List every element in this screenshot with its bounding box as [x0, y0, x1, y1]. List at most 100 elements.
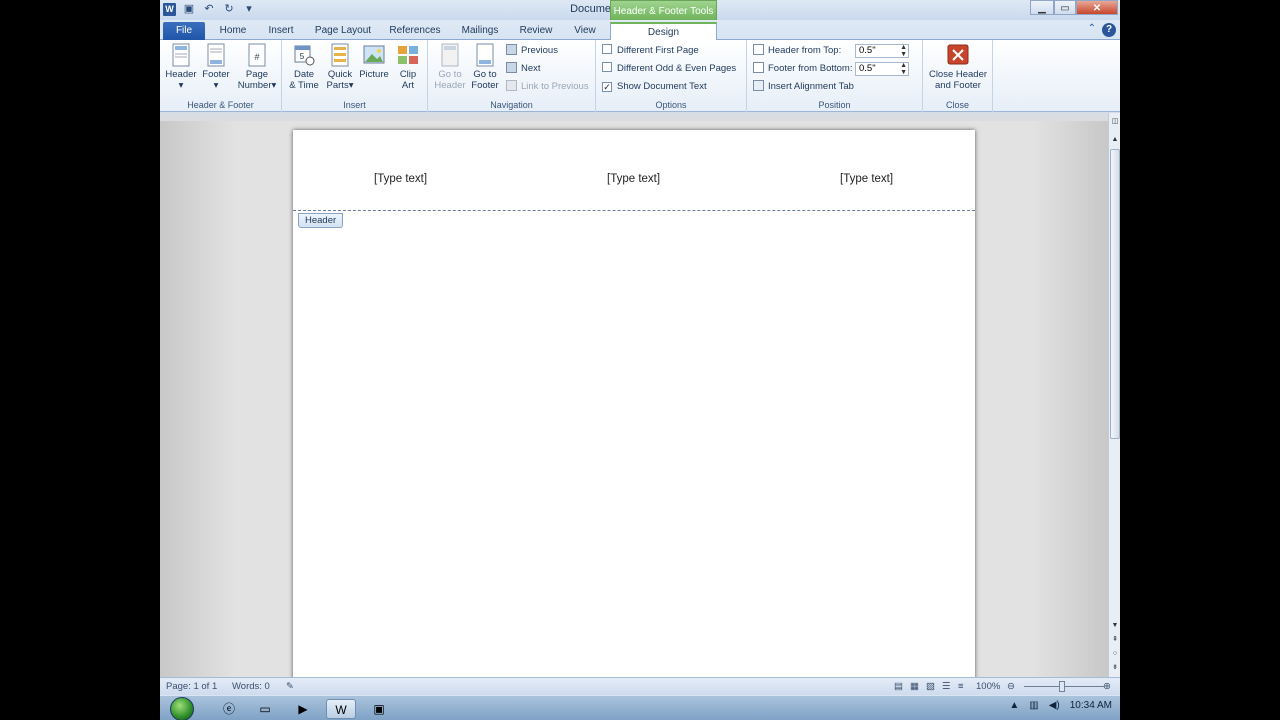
footer-from-bottom-label: Footer from Bottom: [753, 61, 852, 77]
spinner-arrows-icon[interactable]: ▲ ▼ [900, 44, 907, 58]
previous-icon [506, 44, 517, 55]
page-count[interactable]: Page: 1 of 1 [166, 680, 217, 694]
date-time-button[interactable]: 5 Date & Time [286, 43, 322, 97]
file-explorer-icon[interactable]: ▭ [250, 699, 280, 719]
footer-position-icon [753, 62, 764, 73]
clip-art-icon [398, 46, 418, 64]
next-icon [506, 62, 517, 73]
clip-art-button[interactable]: Clip Art [390, 43, 426, 97]
app-taskbar-icon[interactable]: ▣ [364, 699, 394, 719]
word-window: W ▣ ↶ ↻ ▾ Document1 - Microsoft Word Hea… [160, 0, 1120, 720]
vertical-scrollbar[interactable]: ◫ ▲ ▼ ⇞ ○ ⇟ [1108, 113, 1120, 677]
header-position-icon [753, 44, 764, 55]
clock[interactable]: 10:34 AM [1070, 700, 1112, 711]
header-button[interactable]: Header ▾ [163, 43, 199, 97]
tab-page-layout[interactable]: Page Layout [310, 22, 376, 40]
group-header-footer: Header ▾ Footer ▾ # Page Number▾ Header & F… [160, 40, 282, 112]
internet-explorer-icon[interactable]: ⓔ [214, 699, 244, 719]
help-icon[interactable]: ? [1102, 23, 1116, 37]
footer-from-bottom-input[interactable]: 0.5" ▲ ▼ [855, 62, 909, 76]
next-button[interactable]: Next [506, 61, 541, 77]
group-label-navigation: Navigation [490, 100, 533, 110]
go-to-footer-icon [476, 43, 494, 67]
document-page[interactable]: [Type text] [Type text] [Type text] Head… [293, 130, 975, 690]
full-screen-view-icon[interactable]: ▦ [910, 680, 919, 694]
header-from-top-input[interactable]: 0.5" ▲ ▼ [855, 44, 909, 58]
header-boundary-line [293, 210, 975, 211]
zoom-out-icon[interactable]: ⊖ [1007, 680, 1015, 694]
quick-parts-icon [331, 43, 349, 67]
group-label-insert: Insert [343, 100, 366, 110]
word-taskbar-icon[interactable]: W [326, 699, 356, 719]
tab-home[interactable]: Home [215, 22, 251, 40]
ribbon-design: Header ▾ Footer ▾ # Page Number▾ Header & F… [160, 40, 1120, 112]
proofing-icon[interactable]: ✎ [286, 680, 294, 694]
print-layout-view-icon[interactable]: ▤ [894, 680, 903, 694]
maximize-button[interactable]: ▭ [1054, 0, 1076, 15]
picture-button[interactable]: Picture [356, 43, 392, 97]
quick-parts-button[interactable]: Quick Parts▾ [322, 43, 358, 97]
header-icon [172, 43, 190, 67]
different-first-page-checkbox[interactable]: Different First Page [602, 43, 699, 59]
close-header-footer-button[interactable]: Close Header and Footer [925, 43, 991, 97]
previous-page-icon[interactable]: ⇞ [1110, 635, 1120, 645]
status-bar: Page: 1 of 1 Words: 0 ✎ ▤ ▦ ▧ ☰ ≡ 100% ⊖… [160, 677, 1120, 695]
next-page-icon[interactable]: ⇟ [1110, 663, 1120, 673]
outline-view-icon[interactable]: ☰ [942, 680, 951, 694]
tray-expand-icon[interactable]: ▲ [1009, 700, 1019, 711]
contextual-tab-group-label: Header & Footer Tools [610, 0, 717, 20]
start-button[interactable] [170, 697, 194, 720]
tab-review[interactable]: Review [516, 22, 556, 40]
minimize-ribbon-icon[interactable]: ⌃ [1088, 23, 1096, 37]
tab-insert[interactable]: Insert [262, 22, 300, 40]
footer-icon [207, 43, 225, 67]
picture-icon [363, 45, 385, 64]
different-odd-even-checkbox[interactable]: Different Odd & Even Pages [602, 61, 736, 77]
scroll-thumb[interactable] [1110, 149, 1120, 439]
svg-text:5: 5 [300, 52, 305, 61]
network-icon[interactable]: ▥ [1029, 700, 1038, 711]
browse-object-icon[interactable]: ○ [1110, 649, 1120, 659]
tab-design[interactable]: Design [610, 22, 717, 40]
system-tray: ▲ ▥ ◀) 10:34 AM [1009, 700, 1112, 711]
zoom-in-icon[interactable]: ⊕ [1103, 680, 1111, 694]
tab-file[interactable]: File [163, 22, 205, 40]
zoom-level[interactable]: 100% [976, 680, 1000, 694]
spinner-arrows-icon[interactable]: ▲ ▼ [900, 62, 907, 76]
word-count[interactable]: Words: 0 [232, 680, 270, 694]
tab-references[interactable]: References [386, 22, 444, 40]
insert-alignment-tab-button[interactable]: Insert Alignment Tab [753, 79, 854, 95]
show-document-text-checkbox[interactable]: ✓ Show Document Text [602, 79, 707, 95]
close-window-button[interactable]: ✕ [1076, 0, 1118, 15]
group-navigation: Go to Header Go to Footer Previous Next Li… [428, 40, 596, 112]
go-to-header-button[interactable]: Go to Header [432, 43, 468, 97]
minimize-button[interactable]: ▁ [1030, 0, 1054, 15]
previous-button[interactable]: Previous [506, 43, 558, 59]
draft-view-icon[interactable]: ≡ [958, 680, 964, 694]
checkbox-box [602, 44, 612, 54]
header-left-placeholder[interactable]: [Type text] [374, 173, 427, 185]
go-to-footer-button[interactable]: Go to Footer [467, 43, 503, 97]
link-to-previous-button[interactable]: Link to Previous [506, 79, 589, 95]
group-label-close: Close [945, 100, 969, 110]
ruler-toggle-icon[interactable]: ◫ [1110, 117, 1120, 127]
footer-button[interactable]: Footer ▾ [198, 43, 234, 97]
tab-mailings[interactable]: Mailings [454, 22, 506, 40]
media-player-icon[interactable]: ▶ [288, 699, 318, 719]
volume-icon[interactable]: ◀) [1049, 700, 1060, 711]
page-number-button[interactable]: # Page Number▾ [236, 43, 278, 97]
calendar-clock-icon: 5 [294, 45, 315, 66]
scroll-down-arrow-icon[interactable]: ▼ [1110, 621, 1120, 631]
group-position: Header from Top: 0.5" ▲ ▼ Footer from Bott… [747, 40, 923, 112]
web-layout-view-icon[interactable]: ▧ [926, 680, 935, 694]
group-options: Different First Page Different Odd & Eve… [596, 40, 747, 112]
header-right-placeholder[interactable]: [Type text] [840, 173, 893, 185]
tab-view[interactable]: View [566, 22, 604, 40]
go-to-header-icon [441, 43, 459, 67]
close-red-x-icon [947, 44, 969, 65]
zoom-slider-knob[interactable] [1059, 681, 1065, 692]
scroll-up-arrow-icon[interactable]: ▲ [1110, 135, 1120, 145]
checkbox-box [602, 62, 612, 72]
header-center-placeholder[interactable]: [Type text] [607, 173, 660, 185]
group-label-position: Position [818, 100, 851, 110]
